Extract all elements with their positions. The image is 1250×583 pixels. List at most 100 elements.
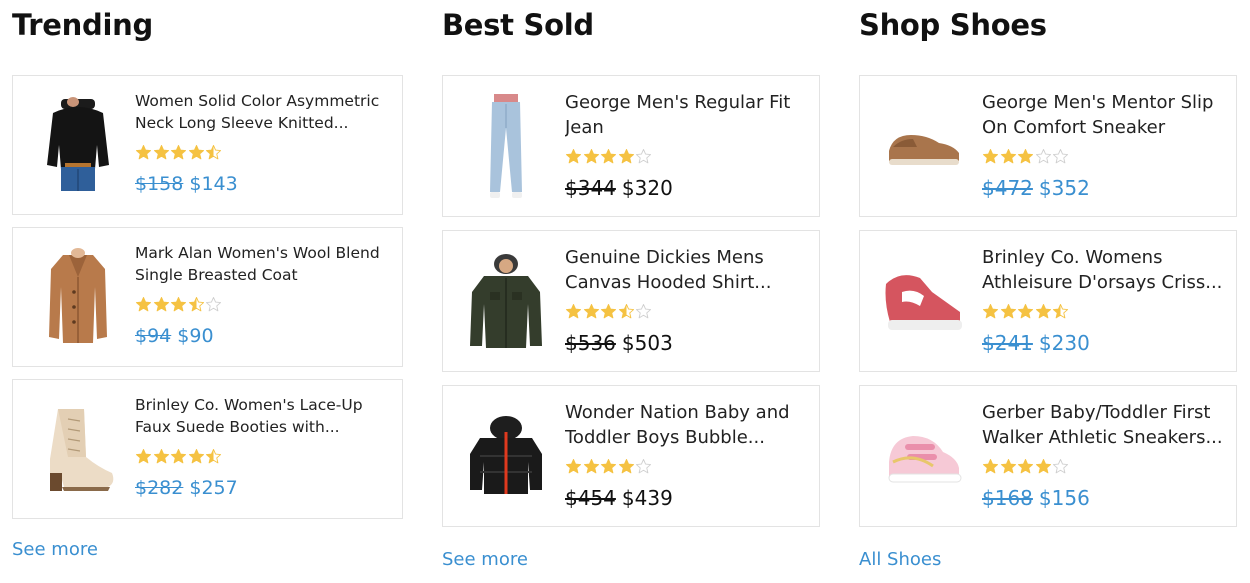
- sale-price: $439: [621, 486, 673, 510]
- see-more-link[interactable]: See more: [442, 549, 528, 570]
- toddler-sneaker-image[interactable]: [878, 400, 968, 514]
- star-full-icon: [153, 144, 170, 161]
- product-name[interactable]: George Men's Regular Fit Jean: [565, 90, 811, 140]
- product-price: $344 $320: [565, 176, 673, 200]
- rating-stars: [982, 303, 1070, 320]
- product-card[interactable]: Genuine Dickies Mens Canvas Hooded Shirt…: [442, 230, 820, 372]
- star-full-icon: [565, 148, 582, 165]
- product-price: $472 $352: [982, 176, 1090, 200]
- star-full-icon: [188, 448, 205, 465]
- product-price: $241 $230: [982, 331, 1090, 355]
- section-title: Best Sold: [442, 8, 594, 42]
- camel-coat-image[interactable]: [33, 242, 123, 352]
- star-full-icon: [170, 296, 187, 313]
- rating-stars: [982, 148, 1070, 165]
- sale-price: $503: [621, 331, 673, 355]
- star-empty-icon: [635, 303, 652, 320]
- star-half-icon: [188, 296, 205, 313]
- original-price: $472: [982, 176, 1033, 200]
- star-full-icon: [188, 144, 205, 161]
- product-name[interactable]: George Men's Mentor Slip On Comfort Snea…: [982, 90, 1228, 140]
- star-full-icon: [600, 148, 617, 165]
- star-full-icon: [583, 148, 600, 165]
- star-full-icon: [618, 458, 635, 475]
- section-title: Shop Shoes: [859, 8, 1047, 42]
- original-price: $282: [135, 477, 184, 499]
- star-full-icon: [600, 458, 617, 475]
- product-card[interactable]: Women Solid Color Asymmetric Neck Long S…: [12, 75, 403, 215]
- original-price: $536: [565, 331, 616, 355]
- product-card[interactable]: Brinley Co. Women's Lace-Up Faux Suede B…: [12, 379, 403, 519]
- product-price: $168 $156: [982, 486, 1090, 510]
- rating-stars: [982, 458, 1070, 475]
- jeans-image[interactable]: [461, 90, 551, 204]
- star-full-icon: [1017, 458, 1034, 475]
- sale-price: $230: [1038, 331, 1090, 355]
- original-price: $454: [565, 486, 616, 510]
- suede-bootie-image[interactable]: [33, 394, 123, 504]
- sale-price: $320: [621, 176, 673, 200]
- star-empty-icon: [1035, 148, 1052, 165]
- original-price: $168: [982, 486, 1033, 510]
- star-full-icon: [583, 303, 600, 320]
- sale-price: $352: [1038, 176, 1090, 200]
- product-name[interactable]: Wonder Nation Baby and Toddler Boys Bubb…: [565, 400, 811, 450]
- star-full-icon: [170, 144, 187, 161]
- product-name[interactable]: Brinley Co. Women's Lace-Up Faux Suede B…: [135, 394, 393, 438]
- star-full-icon: [1000, 458, 1017, 475]
- star-full-icon: [982, 303, 999, 320]
- product-card[interactable]: Wonder Nation Baby and Toddler Boys Bubb…: [442, 385, 820, 527]
- product-name[interactable]: Genuine Dickies Mens Canvas Hooded Shirt…: [565, 245, 811, 295]
- hooded-shirt-jacket-image[interactable]: [461, 245, 551, 359]
- star-full-icon: [1035, 303, 1052, 320]
- rating-stars: [135, 144, 223, 161]
- product-card[interactable]: George Men's Mentor Slip On Comfort Snea…: [859, 75, 1237, 217]
- product-price: $536 $503: [565, 331, 673, 355]
- star-full-icon: [1035, 458, 1052, 475]
- product-name[interactable]: Brinley Co. Womens Athleisure D'orsays C…: [982, 245, 1228, 295]
- all-shoes-link[interactable]: All Shoes: [859, 549, 941, 570]
- star-full-icon: [618, 148, 635, 165]
- star-full-icon: [135, 296, 152, 313]
- sale-price: $257: [189, 477, 238, 499]
- black-sweater-image[interactable]: [33, 90, 123, 200]
- original-price: $94: [135, 325, 172, 347]
- original-price: $158: [135, 173, 184, 195]
- product-name[interactable]: Gerber Baby/Toddler First Walker Athleti…: [982, 400, 1228, 450]
- star-half-icon: [1052, 303, 1069, 320]
- sale-price: $143: [189, 173, 238, 195]
- star-full-icon: [1017, 303, 1034, 320]
- star-full-icon: [565, 303, 582, 320]
- pink-dorsay-shoe-image[interactable]: [878, 245, 968, 359]
- rating-stars: [565, 148, 653, 165]
- slip-on-sneaker-image[interactable]: [878, 90, 968, 204]
- product-name[interactable]: Mark Alan Women's Wool Blend Single Brea…: [135, 242, 393, 286]
- rating-stars: [565, 458, 653, 475]
- star-full-icon: [565, 458, 582, 475]
- star-full-icon: [170, 448, 187, 465]
- product-price: $94 $90: [135, 325, 214, 347]
- product-card[interactable]: George Men's Regular Fit Jean $344 $320: [442, 75, 820, 217]
- star-full-icon: [600, 303, 617, 320]
- star-full-icon: [1000, 303, 1017, 320]
- star-full-icon: [1017, 148, 1034, 165]
- star-empty-icon: [1052, 458, 1069, 475]
- section-title: Trending: [12, 8, 153, 42]
- original-price: $241: [982, 331, 1033, 355]
- rating-stars: [135, 296, 223, 313]
- sale-price: $90: [177, 325, 214, 347]
- product-card[interactable]: Gerber Baby/Toddler First Walker Athleti…: [859, 385, 1237, 527]
- star-half-icon: [205, 448, 222, 465]
- star-empty-icon: [205, 296, 222, 313]
- product-card[interactable]: Mark Alan Women's Wool Blend Single Brea…: [12, 227, 403, 367]
- rating-stars: [135, 448, 223, 465]
- star-full-icon: [135, 144, 152, 161]
- rating-stars: [565, 303, 653, 320]
- product-name[interactable]: Women Solid Color Asymmetric Neck Long S…: [135, 90, 393, 134]
- bubble-jacket-image[interactable]: [461, 400, 551, 514]
- product-card[interactable]: Brinley Co. Womens Athleisure D'orsays C…: [859, 230, 1237, 372]
- see-more-link[interactable]: See more: [12, 539, 98, 560]
- star-empty-icon: [1052, 148, 1069, 165]
- star-full-icon: [153, 448, 170, 465]
- star-empty-icon: [635, 148, 652, 165]
